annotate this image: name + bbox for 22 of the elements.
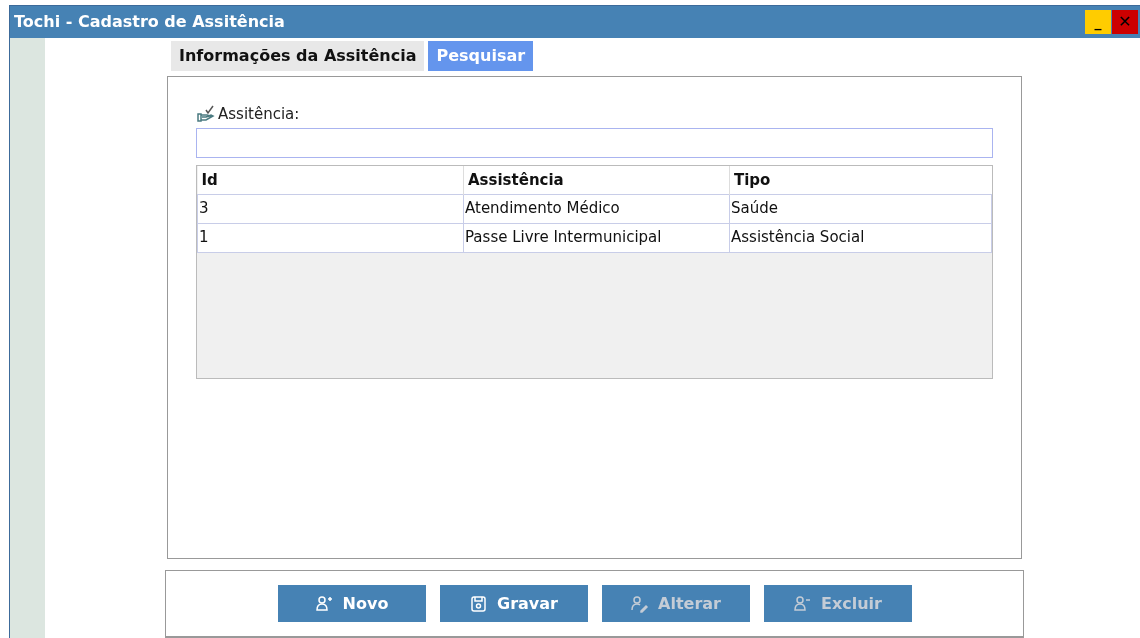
action-button[interactable]: Novo (277, 585, 426, 622)
tab[interactable]: Pesquisar (428, 41, 534, 71)
column-header[interactable]: Id (197, 166, 464, 194)
table-cell: Passe Livre Intermunicipal (463, 223, 730, 252)
tab[interactable]: Informações da Assitência (171, 41, 425, 71)
field-label: Assitência: (218, 103, 300, 125)
action-button[interactable]: Gravar (439, 585, 588, 622)
remove-user-icon (793, 594, 813, 613)
table-cell: Assistência Social (729, 223, 992, 252)
table-cell: 1 (197, 223, 464, 252)
hand-check-icon (196, 105, 216, 123)
add-user-icon (314, 594, 335, 613)
close-button[interactable]: ✕ (1112, 10, 1138, 34)
table-cell: 3 (197, 194, 464, 223)
column-header[interactable]: Assistência (463, 166, 730, 194)
search-field[interactable] (196, 128, 993, 158)
table-cell: Saúde (729, 194, 992, 223)
column-header[interactable]: Tipo (729, 166, 992, 194)
table-cell: Atendimento Médico (463, 194, 730, 223)
window-title: Tochi - Cadastro de Assitência (14, 11, 285, 33)
minimize-button[interactable]: _ (1085, 10, 1111, 34)
edit-user-icon (630, 594, 650, 613)
